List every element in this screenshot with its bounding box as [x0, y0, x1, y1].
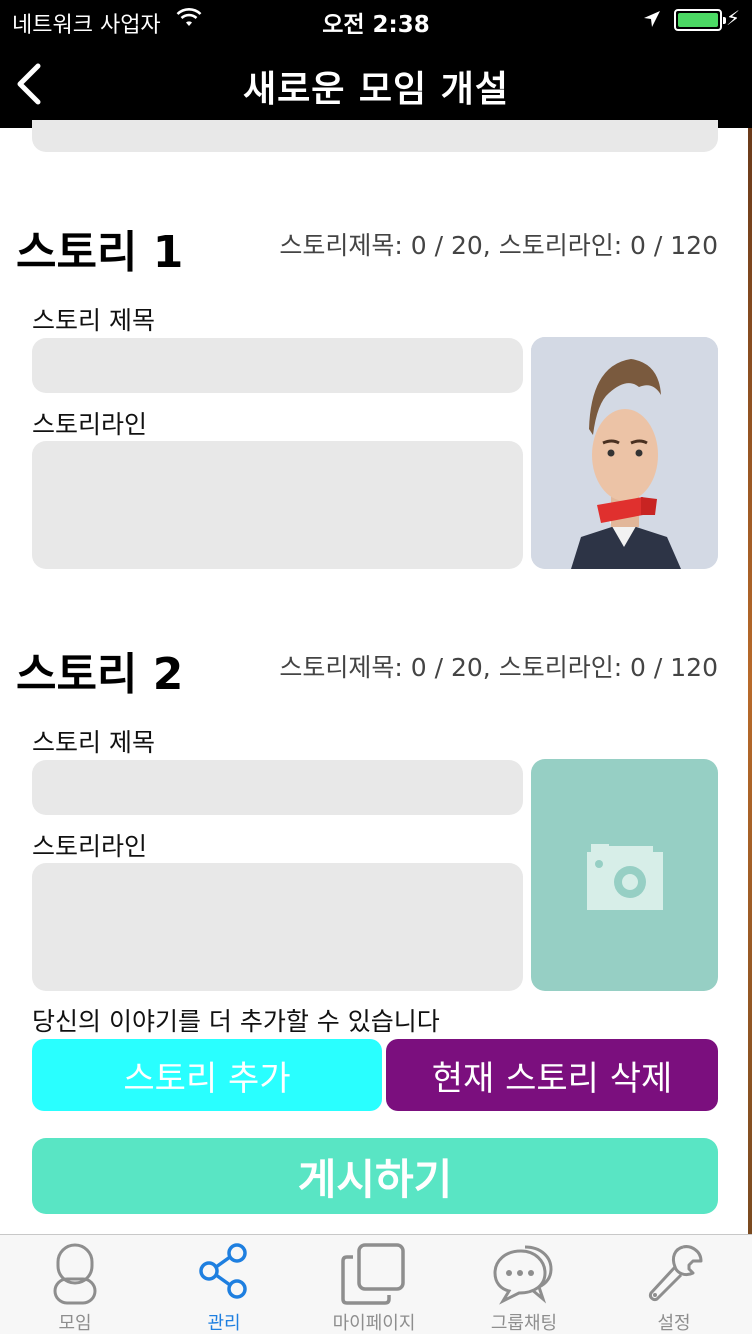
tab-label: 설정 — [657, 1313, 691, 1334]
add-story-button[interactable]: 스토리 추가 — [32, 1039, 382, 1111]
story-title-label: 스토리 제목 — [32, 728, 155, 757]
tab-mypage[interactable]: 마이페이지 — [299, 1235, 449, 1334]
tab-bar: 모임 관리 마이페이지 그룹채팅 설정 — [0, 1234, 752, 1334]
story-title-label: 스토리 제목 — [32, 306, 155, 335]
person-icon — [53, 1243, 97, 1305]
tab-meeting[interactable]: 모임 — [0, 1235, 150, 1334]
tab-label: 관리 — [207, 1313, 241, 1334]
wrench-icon — [649, 1245, 703, 1301]
story-title-input[interactable] — [32, 338, 523, 393]
story-counter: 스토리제목: 0 / 20, 스토리라인: 0 / 120 — [279, 653, 718, 682]
tab-settings[interactable]: 설정 — [599, 1235, 749, 1334]
story-heading: 스토리 2 — [16, 649, 184, 700]
delete-story-button[interactable]: 현재 스토리 삭제 — [386, 1039, 718, 1111]
location-arrow-icon — [642, 9, 662, 35]
status-bar: 네트워크 사업자 오전 2:38 ⚡ — [0, 0, 752, 40]
pages-icon — [341, 1243, 405, 1305]
chat-bubbles-icon — [493, 1245, 553, 1305]
camera-icon — [586, 844, 663, 910]
story-counter: 스토리제목: 0 / 20, 스토리라인: 0 / 120 — [279, 231, 718, 260]
share-icon — [199, 1243, 247, 1299]
top-bar: 네트워크 사업자 오전 2:38 ⚡ 새로운 모임 개설 — [0, 0, 752, 128]
tab-label: 마이페이지 — [332, 1313, 416, 1334]
post-button[interactable]: 게시하기 — [32, 1138, 718, 1214]
previous-field[interactable] — [32, 120, 718, 152]
tab-label: 그룹채팅 — [490, 1313, 558, 1334]
clock: 오전 2:38 — [322, 12, 430, 38]
story-photo-picker[interactable] — [531, 759, 718, 991]
story-photo[interactable] — [531, 337, 718, 569]
add-story-hint: 당신의 이야기를 더 추가할 수 있습니다 — [32, 1007, 440, 1036]
storyline-label: 스토리라인 — [32, 832, 148, 861]
right-edge-strip — [748, 128, 752, 1234]
tab-label: 모임 — [58, 1313, 92, 1334]
page-title: 새로운 모임 개설 — [243, 69, 509, 110]
tab-group-chat[interactable]: 그룹채팅 — [449, 1235, 599, 1334]
charging-icon: ⚡ — [726, 6, 741, 30]
storyline-label: 스토리라인 — [32, 410, 148, 439]
tab-manage[interactable]: 관리 — [149, 1235, 299, 1334]
story-heading: 스토리 1 — [16, 227, 184, 278]
battery-icon — [674, 9, 726, 31]
story-title-input[interactable] — [32, 760, 523, 815]
storyline-input[interactable] — [32, 441, 523, 569]
person-photo-icon — [531, 337, 718, 569]
storyline-input[interactable] — [32, 863, 523, 991]
